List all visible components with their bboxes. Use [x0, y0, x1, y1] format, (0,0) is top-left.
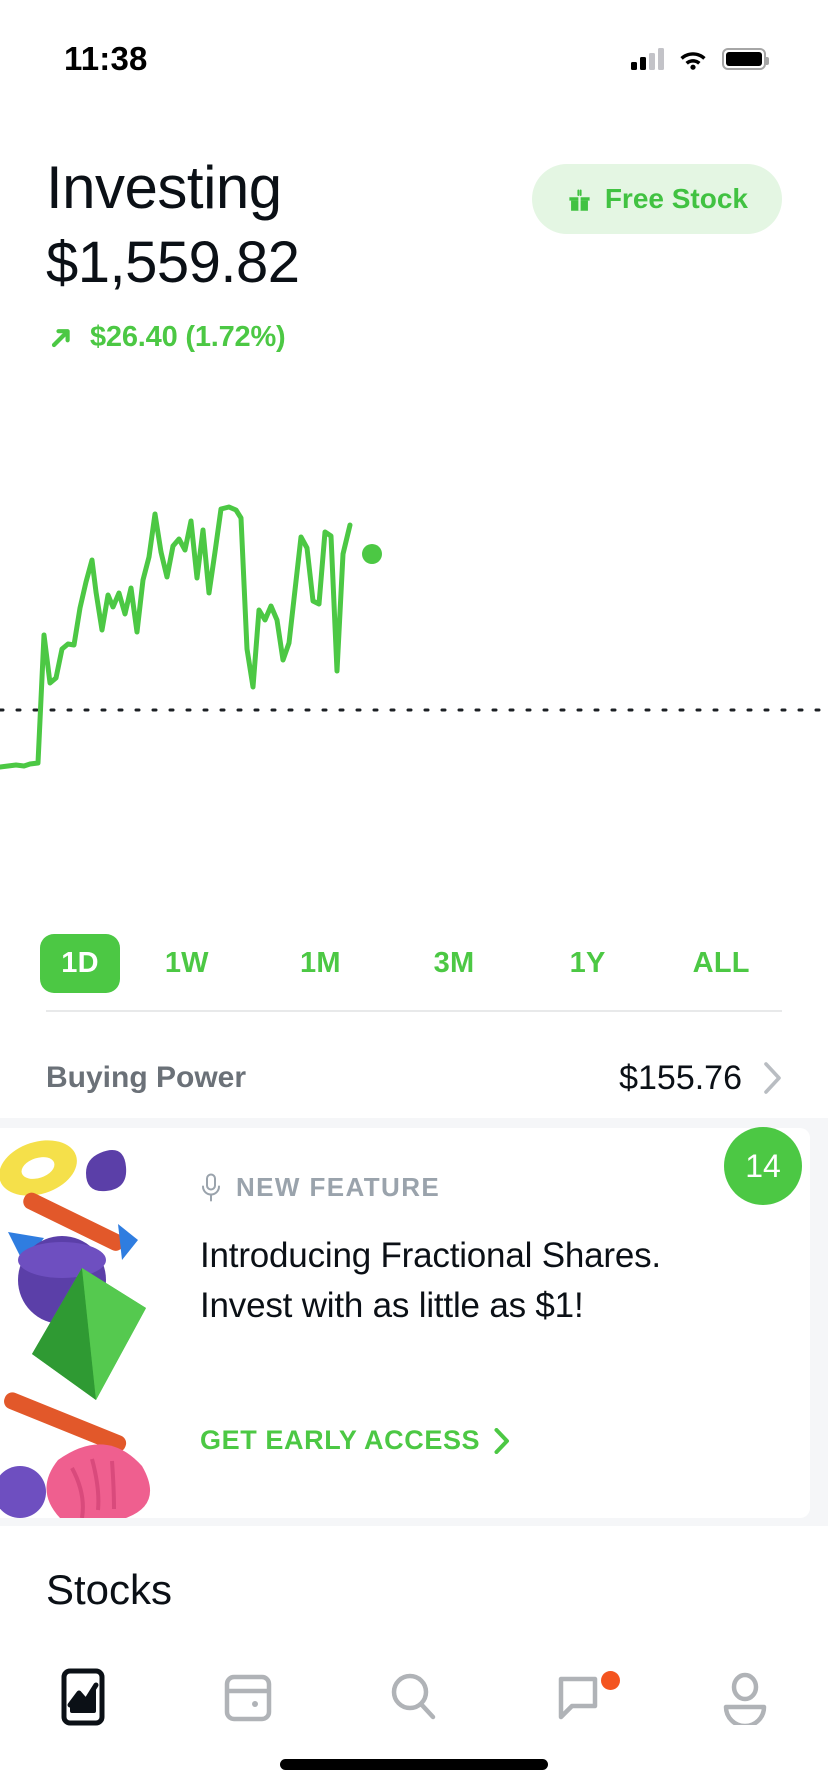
message-icon [558, 1676, 597, 1720]
feature-card[interactable]: NEW FEATURE Introducing Fractional Share… [0, 1128, 810, 1518]
feature-badge-count[interactable]: 14 [724, 1127, 802, 1205]
free-stock-button[interactable]: Free Stock [531, 164, 782, 234]
status-bar: 11:38 [0, 0, 828, 104]
person-icon [723, 1672, 767, 1725]
get-early-access-link[interactable]: GET EARLY ACCESS [200, 1425, 510, 1456]
messages-tab[interactable] [497, 1659, 663, 1735]
home-indicator [280, 1759, 548, 1770]
section-divider [46, 1010, 782, 1012]
feature-headline: Introducing Fractional Shares. Invest wi… [200, 1236, 661, 1325]
range-1m[interactable]: 1M [254, 935, 388, 992]
chevron-right-icon [494, 1427, 510, 1454]
arrow-up-right-icon [51, 329, 70, 348]
range-1d[interactable]: 1D [40, 934, 120, 993]
range-1w[interactable]: 1W [120, 935, 254, 992]
range-all[interactable]: ALL [654, 935, 788, 992]
gift-icon [569, 189, 590, 211]
chevron-right-icon [764, 1062, 781, 1094]
cta-label: GET EARLY ACCESS [200, 1425, 481, 1455]
chart-end-marker [362, 544, 382, 564]
chart-line [0, 504, 353, 770]
free-stock-label: Free Stock [604, 183, 748, 214]
microphone-icon [202, 1173, 220, 1201]
time-range-selector[interactable]: 1D 1W 1M 3M 1Y ALL [0, 934, 828, 993]
app-screen: 11:38 Investing $1,559.82 Free Stock $26… [0, 0, 828, 1792]
search-icon [391, 1673, 436, 1720]
wifi-icon [680, 52, 706, 70]
status-bar-time: 11:38 [64, 40, 148, 77]
investing-header: Investing $1,559.82 Free Stock $26.40 (1… [0, 156, 828, 354]
change-value: $26.40 (1.72%) [90, 321, 286, 354]
abstract-shapes-illustration [0, 1128, 172, 1518]
account-tab[interactable] [662, 1659, 828, 1735]
portfolio-chart-svg [0, 504, 828, 770]
battery-full-icon [722, 48, 769, 70]
search-tab[interactable] [331, 1659, 497, 1735]
portfolio-chart[interactable] [0, 430, 828, 790]
range-3m[interactable]: 3M [387, 935, 521, 992]
cash-tab[interactable] [166, 1659, 332, 1735]
status-bar-indicators [631, 48, 769, 70]
portfolio-tab[interactable] [0, 1659, 166, 1735]
portfolio-chart-icon [61, 1668, 105, 1726]
feature-card-body: NEW FEATURE Introducing Fractional Share… [172, 1128, 810, 1518]
portfolio-value: $1,559.82 [46, 230, 300, 295]
cellular-signal-icon [631, 48, 664, 70]
change-indicator: $26.40 (1.72%) [46, 321, 782, 354]
message-notification-dot [601, 1671, 621, 1690]
range-1y[interactable]: 1Y [521, 935, 655, 992]
wallet-icon [225, 1674, 272, 1722]
feature-kicker-label: NEW FEATURE [236, 1172, 441, 1202]
feature-kicker: NEW FEATURE [200, 1172, 780, 1203]
buying-power-row[interactable]: Buying Power $155.76 [0, 1040, 828, 1116]
page-title: Investing [46, 154, 282, 221]
buying-power-value: $155.76 [619, 1058, 742, 1097]
stocks-section-heading: Stocks [46, 1566, 173, 1613]
buying-power-label: Buying Power [46, 1061, 247, 1094]
